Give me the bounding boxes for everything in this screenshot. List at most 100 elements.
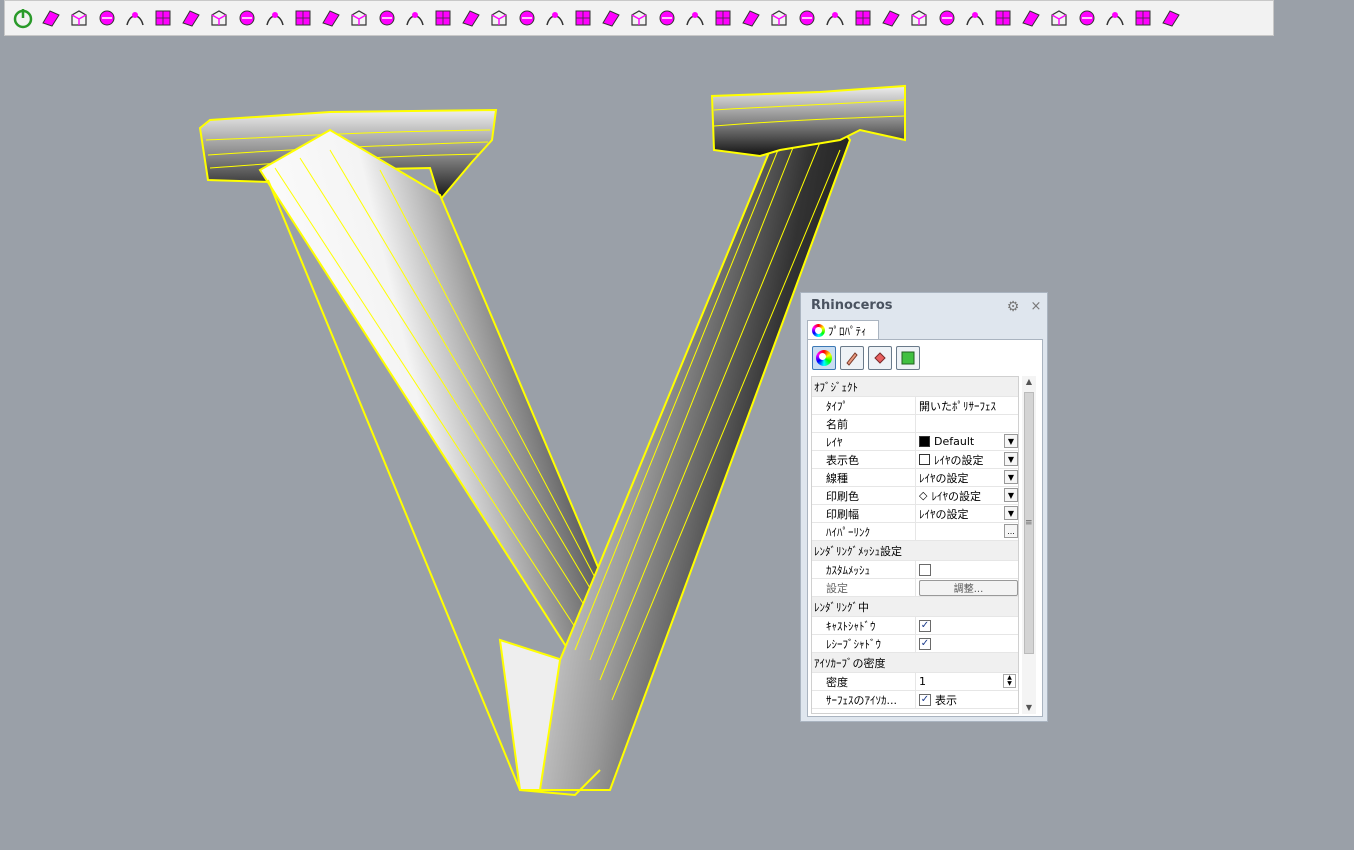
map-icon xyxy=(1022,10,1040,27)
arch-icon-button[interactable] xyxy=(289,4,317,32)
row-cast-shadow: ｷｬｽﾄｼｬﾄﾞｳ ✓ xyxy=(812,617,1018,635)
gear-star-icon-button[interactable] xyxy=(933,4,961,32)
map-icon-button[interactable] xyxy=(1017,4,1045,32)
extract-icon-button[interactable] xyxy=(373,4,401,32)
settings-icon-button[interactable] xyxy=(1157,4,1185,32)
mesh-grid-icon-button[interactable] xyxy=(121,4,149,32)
pipe-icon-button[interactable] xyxy=(569,4,597,32)
print-color-select[interactable]: ◇ ﾚｲﾔの設定 ▼ xyxy=(916,487,1018,504)
scissors-icon-button[interactable] xyxy=(1101,4,1129,32)
rotate-icon-button[interactable] xyxy=(317,4,345,32)
blend-icon-button[interactable] xyxy=(205,4,233,32)
row-layer: ﾚｲﾔ Default ▼ xyxy=(812,433,1018,451)
tree-icon-button[interactable] xyxy=(849,4,877,32)
hyperlink-browse-button[interactable]: ... xyxy=(1004,524,1018,538)
object-page-button[interactable] xyxy=(812,346,836,370)
chevron-down-icon[interactable]: ▼ xyxy=(1004,434,1018,448)
array-icon-button[interactable] xyxy=(625,4,653,32)
delete-points-icon-button[interactable] xyxy=(597,4,625,32)
fillet-icon-button[interactable] xyxy=(457,4,485,32)
layer-box-icon-button[interactable] xyxy=(37,4,65,32)
section-object: ｵﾌﾞｼﾞｪｸﾄ xyxy=(812,377,1018,397)
cube-icon xyxy=(1135,10,1151,26)
loft-icon xyxy=(266,12,284,26)
right-serif[interactable] xyxy=(710,84,906,158)
pipe-icon xyxy=(575,10,591,26)
tab-properties-label: ﾌﾟﾛﾊﾟﾃｨ xyxy=(828,324,867,338)
custom-mesh-checkbox[interactable] xyxy=(919,563,931,576)
gear-icon[interactable]: ⚙ xyxy=(1005,299,1021,315)
chevron-down-icon[interactable]: ▼ xyxy=(1004,452,1018,466)
tree-icon xyxy=(855,10,871,26)
flip-icon-button[interactable] xyxy=(877,4,905,32)
density-field[interactable]: 1 ▲ ▼ xyxy=(916,673,1018,690)
surface-icon-button[interactable] xyxy=(93,4,121,32)
scroll-up-icon[interactable]: ▲ xyxy=(1022,376,1036,388)
decal-page-button[interactable] xyxy=(868,346,892,370)
stairs-icon-button[interactable] xyxy=(989,4,1017,32)
display-color-select[interactable]: ﾚｲﾔの設定 ▼ xyxy=(916,451,1018,468)
checkbox-grid-icon-button[interactable] xyxy=(513,4,541,32)
delete-points-icon xyxy=(602,10,620,27)
plane-icon-button[interactable] xyxy=(1045,4,1073,32)
row-name: 名前 xyxy=(812,415,1018,433)
name-field[interactable] xyxy=(916,415,1018,432)
diamond-icon: ◇ xyxy=(919,489,928,502)
layer-select[interactable]: Default ▼ xyxy=(916,433,1018,450)
pentagon-icon-button[interactable] xyxy=(961,4,989,32)
match-icon xyxy=(659,10,675,26)
mesh-box-icon-button[interactable] xyxy=(65,4,93,32)
viewport[interactable] xyxy=(0,36,1354,850)
blend-icon xyxy=(211,10,227,26)
checkbox-grid-icon xyxy=(519,10,535,26)
scroll-down-icon[interactable]: ▼ xyxy=(1022,702,1036,714)
network-icon xyxy=(491,10,507,26)
section-isocurve: ｱｲｿｶｰﾌﾞの密度 xyxy=(812,653,1018,673)
material-page-button[interactable] xyxy=(840,346,864,370)
split-icon-button[interactable] xyxy=(401,4,429,32)
print-width-select[interactable]: ﾚｲﾔの設定 ▼ xyxy=(916,505,1018,522)
tile-icon-button[interactable] xyxy=(1073,4,1101,32)
adjust-button[interactable]: 調整... xyxy=(919,579,1018,596)
close-icon[interactable]: × xyxy=(1029,299,1043,315)
linetype-select[interactable]: ﾚｲﾔの設定 ▼ xyxy=(916,469,1018,486)
points-grid-icon-button[interactable] xyxy=(737,4,765,32)
curve-arrow-icon-button[interactable] xyxy=(177,4,205,32)
grid-icon-button[interactable] xyxy=(541,4,569,32)
tab-properties[interactable]: ﾌﾟﾛﾊﾟﾃｨ xyxy=(807,320,879,340)
row-display-color: 表示色 ﾚｲﾔの設定 ▼ xyxy=(812,451,1018,469)
decal-icon xyxy=(874,352,886,364)
command-toolbar xyxy=(4,0,1274,36)
ring-icon-button[interactable] xyxy=(709,4,737,32)
plane-icon xyxy=(1051,10,1067,26)
box-icon-button[interactable] xyxy=(149,4,177,32)
row-density: 密度 1 ▲ ▼ xyxy=(812,673,1018,691)
receive-shadow-checkbox[interactable]: ✓ xyxy=(919,637,931,650)
extrude-icon xyxy=(351,10,367,26)
cube-icon-button[interactable] xyxy=(1129,4,1157,32)
split-point-icon xyxy=(826,12,844,26)
chevron-down-icon[interactable]: ▼ xyxy=(1004,488,1018,502)
rebuild-icon-button[interactable] xyxy=(765,4,793,32)
grid-icon xyxy=(546,12,564,26)
texture-page-button[interactable] xyxy=(896,346,920,370)
network-icon-button[interactable] xyxy=(485,4,513,32)
target-icon-button[interactable] xyxy=(905,4,933,32)
split-point-icon-button[interactable] xyxy=(821,4,849,32)
chevron-down-icon[interactable]: ▼ xyxy=(1004,506,1018,520)
scrollbar[interactable]: ▲ ≡ ▼ xyxy=(1022,376,1036,714)
power-icon-button[interactable] xyxy=(9,4,37,32)
surface-iso-checkbox[interactable]: ✓ xyxy=(919,693,931,706)
loft-icon-button[interactable] xyxy=(261,4,289,32)
match-icon-button[interactable] xyxy=(653,4,681,32)
spinner-icon[interactable]: ▲ ▼ xyxy=(1003,674,1016,688)
panel-title: Rhinoceros xyxy=(811,298,893,313)
chevron-down-icon[interactable]: ▼ xyxy=(1004,470,1018,484)
offset-icon-button[interactable] xyxy=(681,4,709,32)
cast-shadow-checkbox[interactable]: ✓ xyxy=(919,619,931,632)
explode-icon-button[interactable] xyxy=(429,4,457,32)
edit-icon-button[interactable] xyxy=(793,4,821,32)
transform-icon-button[interactable] xyxy=(233,4,261,32)
extrude-icon-button[interactable] xyxy=(345,4,373,32)
property-grid: ｵﾌﾞｼﾞｪｸﾄ ﾀｲﾌﾟ 開いたﾎﾟﾘｻｰﾌｪｽ 名前 ﾚｲﾔ Default… xyxy=(811,376,1019,714)
